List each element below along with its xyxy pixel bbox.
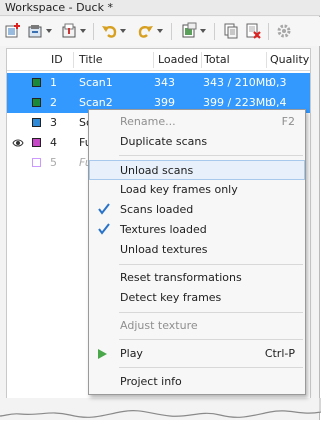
menu-item-duplicate-scans[interactable]: Duplicate scans: [89, 132, 305, 152]
chevron-down-icon[interactable]: [120, 29, 126, 33]
export-button[interactable]: [60, 22, 86, 40]
chevron-down-icon[interactable]: [200, 29, 206, 33]
row-total: 343 / 210Mb: [203, 76, 273, 89]
row-id: 5: [50, 156, 57, 169]
column-divider: [266, 52, 267, 68]
toolbar-divider: [268, 23, 269, 40]
import-button[interactable]: [26, 22, 52, 40]
row-id: 2: [50, 96, 57, 109]
menu-item-label: Duplicate scans: [120, 135, 208, 148]
row-title: Scan1: [79, 76, 113, 89]
table-header: ID Title Loaded Total Quality: [7, 49, 310, 71]
import-icon: [26, 22, 44, 40]
menu-item-reset-transformations[interactable]: Reset transformations: [89, 268, 305, 288]
toolbar-divider: [93, 23, 94, 40]
undo-button[interactable]: [100, 22, 126, 40]
menu-item-label: Project info: [120, 375, 182, 388]
menu-separator: [119, 339, 303, 340]
redo-icon: [137, 22, 155, 40]
scan-color-swatch: [32, 98, 41, 107]
check-icon: [98, 203, 110, 218]
menu-separator: [119, 312, 303, 313]
copy-icon: [222, 22, 240, 40]
menu-item-label: Adjust texture: [120, 319, 198, 332]
panel-title: Workspace - Duck *: [0, 0, 320, 16]
scan-color-swatch: [32, 78, 41, 87]
scan-color-swatch: [32, 158, 41, 167]
menu-item-label: Unload textures: [120, 243, 208, 256]
undo-icon: [100, 22, 118, 40]
toolbar: [0, 17, 320, 46]
menu-item-label: Reset transformations: [120, 271, 242, 284]
chevron-down-icon[interactable]: [80, 29, 86, 33]
settings-button[interactable]: [275, 22, 293, 40]
torn-edge: [0, 398, 321, 418]
row-id: 4: [50, 136, 57, 149]
menu-item-adjust-texture[interactable]: Adjust texture: [89, 316, 305, 336]
menu-item-unload-textures[interactable]: Unload textures: [89, 240, 305, 260]
menu-item-label: Scans loaded: [120, 203, 194, 216]
chevron-down-icon[interactable]: [46, 29, 52, 33]
menu-item-shortcut: F2: [281, 115, 295, 128]
play-icon: [98, 349, 107, 359]
table-row[interactable]: 1 Scan1 343 343 / 210Mb 0,3: [7, 73, 310, 93]
scan-color-swatch: [32, 138, 41, 147]
toolbar-divider: [214, 23, 215, 40]
check-icon: [98, 223, 110, 238]
column-header-loaded[interactable]: Loaded: [158, 49, 198, 71]
menu-separator: [119, 264, 303, 265]
row-id: 3: [50, 116, 57, 129]
row-loaded: 343: [154, 76, 175, 89]
context-menu: Rename... F2 Duplicate scans Unload scan…: [88, 109, 306, 395]
menu-item-label: Detect key frames: [120, 291, 222, 304]
column-divider: [153, 52, 154, 68]
menu-item-label: Load key frames only: [120, 183, 238, 196]
menu-item-load-key-frames-only[interactable]: Load key frames only: [89, 180, 305, 200]
row-id: 1: [50, 76, 57, 89]
menu-item-scans-loaded[interactable]: Scans loaded: [89, 200, 305, 220]
menu-item-shortcut: Ctrl-P: [264, 347, 295, 360]
column-header-title[interactable]: Title: [79, 49, 103, 71]
menu-item-unload-scans[interactable]: Unload scans: [89, 160, 305, 180]
menu-item-label: Rename...: [120, 115, 176, 128]
scan-color-swatch: [32, 118, 41, 127]
menu-item-project-info[interactable]: Project info: [89, 372, 305, 392]
copy-button[interactable]: [222, 22, 240, 40]
add-scan-icon: [4, 22, 22, 40]
menu-separator: [119, 367, 303, 368]
column-header-quality[interactable]: Quality: [270, 49, 309, 71]
export-icon: [60, 22, 78, 40]
column-header-id[interactable]: ID: [51, 49, 63, 71]
column-header-total[interactable]: Total: [204, 49, 230, 71]
menu-item-play[interactable]: Play Ctrl-P: [89, 344, 305, 364]
redo-button[interactable]: [137, 22, 163, 40]
menu-item-detect-key-frames[interactable]: Detect key frames: [89, 288, 305, 308]
menu-item-label: Unload scans: [120, 164, 194, 177]
menu-item-textures-loaded[interactable]: Textures loaded: [89, 220, 305, 240]
menu-item-rename[interactable]: Rename... F2: [89, 112, 305, 132]
menu-item-label: Play: [120, 347, 143, 360]
row-quality: 0,3: [269, 76, 287, 89]
menu-separator: [119, 155, 303, 156]
toolbar-divider: [171, 23, 172, 40]
column-divider: [201, 52, 202, 68]
column-divider: [73, 52, 74, 68]
menu-item-label: Textures loaded: [120, 223, 207, 236]
add-scan-button[interactable]: [4, 22, 22, 40]
chevron-down-icon[interactable]: [157, 29, 163, 33]
scan-options-icon: [180, 22, 198, 40]
scan-options-button[interactable]: [180, 22, 206, 40]
delete-icon: [244, 22, 262, 40]
settings-icon: [275, 22, 293, 40]
delete-button[interactable]: [244, 22, 262, 40]
eye-icon[interactable]: [12, 138, 24, 151]
